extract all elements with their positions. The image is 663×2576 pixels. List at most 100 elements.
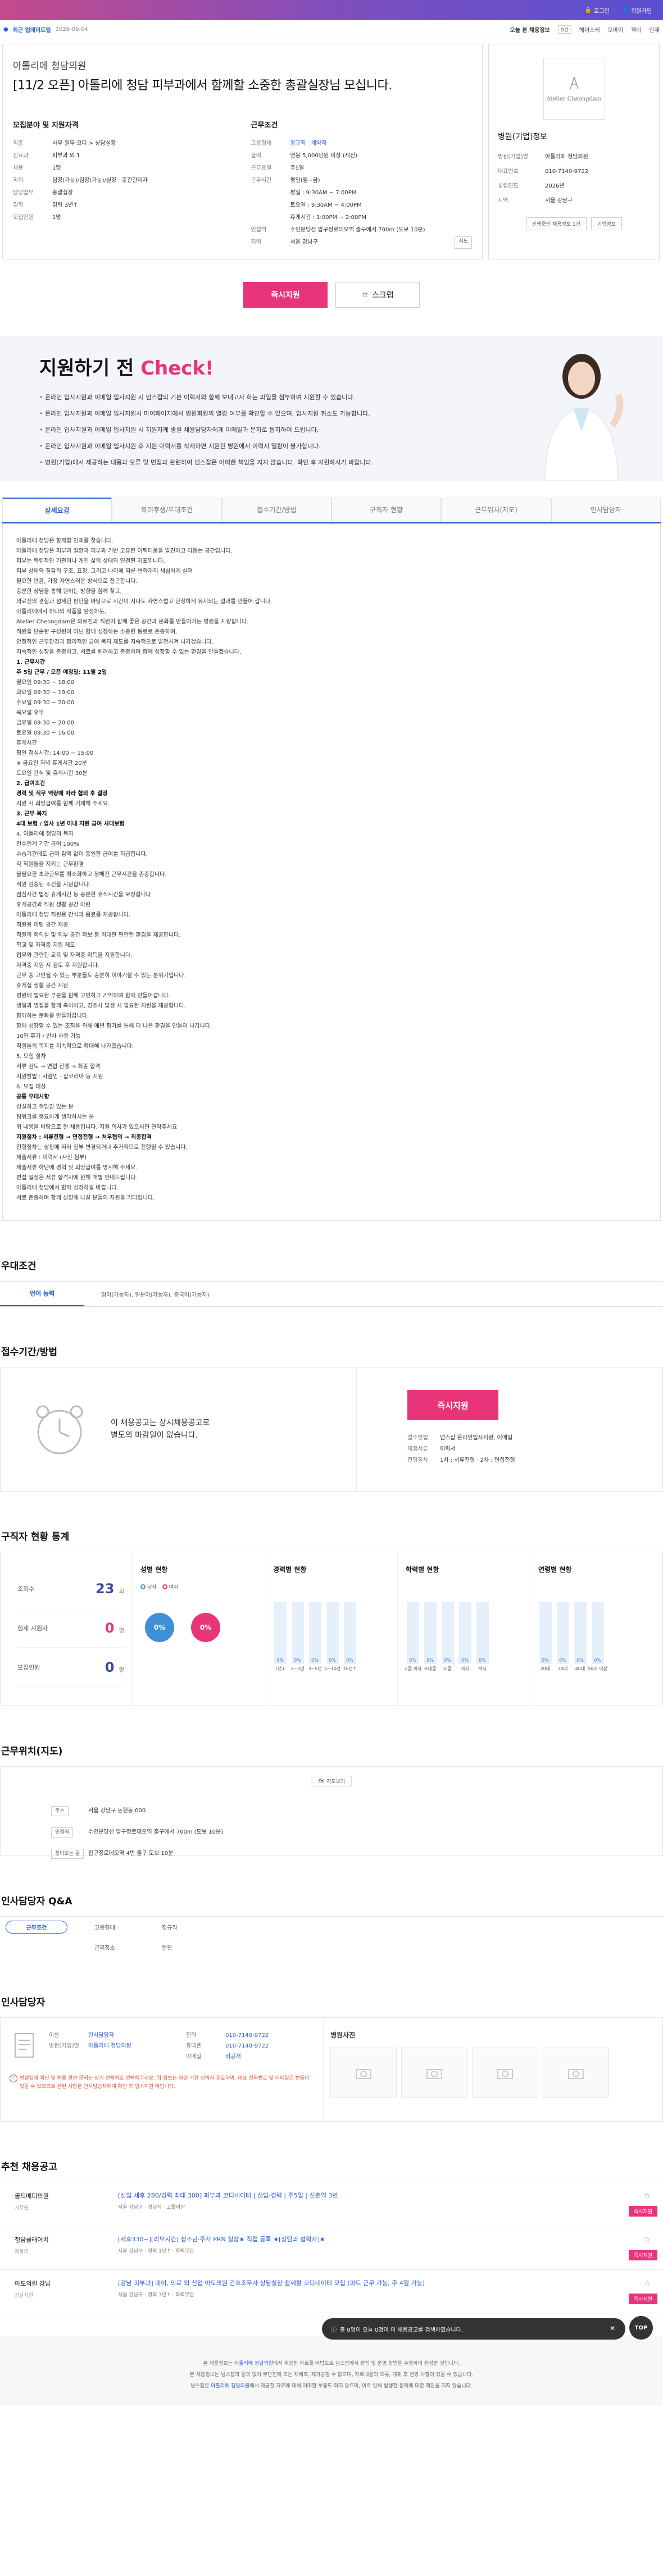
tab-5[interactable]: 인사담당자 [551,498,661,522]
update-date: 2026-09-04 [55,26,88,33]
recommend-body: [신입 세후 280/경력 최대 300] 피부과 코디네이터 | 신입·경력 … [118,2191,663,2210]
stat-summary-number: 0 [105,1620,115,1636]
detail-line: 휴게공간과 직원 생활 공간 마련 [16,902,91,908]
qa-tab-work-conditions[interactable]: 근무조건 [6,1920,67,1934]
detail-line: 아톨리에에서 하나의 작품을 완성하듯, [16,609,106,615]
apply-button[interactable]: 즉시지원 [243,282,328,308]
detail-line: 함께 성장할 수 있는 조직을 위해 매년 평가를 통해 더 나은 환경을 만들… [16,1023,212,1029]
hr-row: 이메일 비공개 [186,2051,269,2062]
hospital-photo-2[interactable] [401,2048,467,2098]
recommend-company[interactable]: 청담클래어치 재활의 [0,2235,118,2255]
detail-line: 3. 근무 복지 [16,811,47,817]
quick-link-0[interactable]: 헤어스케 [579,25,600,34]
recommend-title[interactable]: [신입 세후 280/경력 최대 300] 피부과 코디네이터 | 신입·경력 … [118,2191,612,2200]
qa-tab-workplace[interactable]: 근무장소 [73,1943,140,1952]
update-label: 최근 업데이트일 [12,28,51,34]
tab-1[interactable]: 복리후생/우대조건 [112,498,222,522]
quick-link-2[interactable]: 팩비 [631,25,641,34]
login-link[interactable]: 🔒 로그인 [585,6,610,15]
detail-line: 점심시간 법정 휴게시간 등 충분한 휴식시간을 보장합니다. [16,892,153,898]
detail-line: 불필요한 초과근무를 최소화하고 정해진 근무시간을 존중합니다. [16,872,167,878]
benefit-tab-language[interactable]: 언어 능력 [0,1282,84,1306]
quick-link-3[interactable]: 인재 [650,25,660,34]
hr-row: 이름 인사담당자 [49,2030,178,2041]
age-bar-track: 0% [574,1602,587,1664]
recommend-meta: 서울 강남구 · 경력 3년↑ · 학력무관 [118,2292,194,2298]
stat-summary-unit: 명 [119,1627,124,1634]
tab-2[interactable]: 접수기간/방법 [221,498,332,522]
company-info-button[interactable]: 기업정보 [591,217,623,230]
clock-icon [36,1405,83,1455]
star-icon[interactable]: ☆ [643,2191,651,2200]
career-bar-track: 0% [343,1602,356,1664]
recommend-title[interactable]: [강남 피부과] 데이, 의료 외 신입 아도의원 간호조무사 상담실장 함께할… [118,2279,612,2287]
edu-bar-label: 초대졸 [424,1666,437,1671]
qa-tab-fulltime[interactable]: 정규직 [140,1923,208,1931]
recommend-company[interactable]: 아도의원 강남 상담사원 [0,2279,118,2299]
star-icon[interactable]: ☆ [643,2235,651,2244]
company-info-value: 2026년 [545,183,565,189]
scroll-top-button[interactable]: TOP [629,2316,653,2340]
stats-section: 구직자 현황 통계 조회수 23 회 현재 지원자 0 명 모집인원 0 명 성별 현황 … [0,1529,663,1706]
hospital-photo-4[interactable] [543,2048,609,2098]
detail-line: 지원 시 희망급여를 함께 기재해 주세요. [16,801,110,807]
hospital-photo-3[interactable] [472,2048,538,2098]
detail-line: 제출서류 하단에 경력 및 희망급여를 명시해 주세요. [16,1165,138,1171]
quick-link-1[interactable]: 모바이 [608,25,624,34]
career-bar-track: 0% [308,1602,321,1664]
recommend-company[interactable]: 골드메디의원 사무원 [0,2191,118,2211]
company-info-value: 서울 강남구 [545,198,573,204]
recommend-apply-button[interactable]: 즉시지원 [628,2294,657,2304]
recommend-company-sub: 상담사원 [15,2293,34,2299]
camera-icon [568,2069,584,2079]
condition-map-button[interactable]: 지도 [455,236,472,249]
qa-tab-employment-type[interactable]: 고용형태 [73,1923,140,1931]
qa-tab-status[interactable]: 현황 [140,1943,208,1952]
detail-line: 토요일 09:30 ~ 16:00 [16,730,75,736]
detail-line: ※ 금요일 저녁 휴게시간 20분 [16,760,87,767]
howto-row: 제출서류 이력서 [407,1444,662,1455]
close-icon[interactable]: ✕ [610,2324,615,2332]
edu-bar-value: 0% [479,1658,486,1663]
hr-value: 인사담당자 [88,2032,114,2039]
benefit-heading: 우대조건 [1,1261,37,1272]
age-bar-track: 0% [539,1602,552,1664]
map-view-button[interactable]: 🗺 지도보기 [311,1776,352,1786]
howto-heading: 접수기간/방법 [1,1347,58,1358]
detail-line: 월요일 09:30 ~ 18:00 [16,680,75,686]
company-info-key: 대표번호 [498,168,519,175]
recruit-value: 피부과 외 1 [52,153,80,159]
today-viewed-count[interactable]: 0건 [557,25,571,34]
active-jobs-button[interactable]: 진행중인 채용정보 1건 [525,217,587,230]
company-info-key: 병원(기업)명 [498,154,528,160]
recruit-key: 모집인원 [13,215,34,221]
tab-4[interactable]: 근무위치(지도) [441,498,551,522]
detail-line: 4대 보험 / 입사 1년 이내 지원 급여 사대보험 [16,821,125,827]
age-bar: 0% 50대 이상 [588,1602,607,1672]
career-bar: 0% 3~5년 [308,1602,322,1672]
apply-button-secondary[interactable]: 즉시지원 [407,1390,498,1420]
edu-bar-track: 0% [476,1602,489,1664]
recommend-apply-button[interactable]: 즉시지원 [628,2206,657,2217]
condition-row: 지역 서울 강남구 지도 [251,236,472,249]
recruit-key: 채용 [13,165,24,171]
tab-3[interactable]: 구직자 현황 [331,498,442,522]
location-value: 압구정로데오역 4번 출구 도보 10분 [88,1850,174,1857]
scrap-button[interactable]: ☆ 스크랩 [335,282,420,308]
recommend-apply-button[interactable]: 즉시지원 [628,2250,657,2260]
detail-line: 필요한 만큼, 가장 자연스러운 방식으로 접근합니다. [16,578,138,585]
tab-0[interactable]: 상세요강 [2,498,112,522]
recommend-company-sub: 재활의 [15,2249,29,2255]
hospital-photo-1[interactable] [330,2048,397,2098]
edu-bar-track: 0% [406,1602,419,1664]
doctor-illustration [544,354,624,481]
age-bar-label: 40대 [575,1666,585,1671]
join-link[interactable]: 👤 회원가입 [622,6,652,15]
legend-female: 여자 [169,1585,179,1590]
star-icon[interactable]: ☆ [643,2279,651,2288]
stat-summary-number: 0 [105,1659,115,1675]
detail-line: 공통 우대사항 [16,1094,49,1100]
location-key: 인접역 [51,1824,88,1841]
recommend-title[interactable]: [세후330~][리모시간] 청소년·주사 PRN 실장★ 직접 등록 ★[상담… [118,2235,612,2244]
company-name[interactable]: 아톨리에 청담의원 [13,58,472,72]
